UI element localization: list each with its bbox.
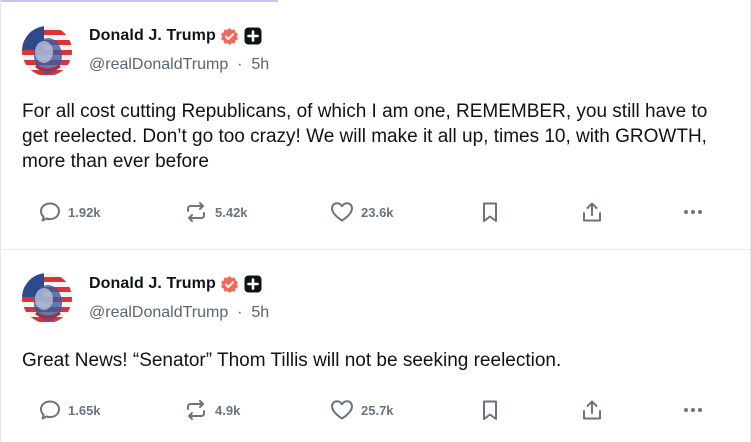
repost-count: 4.9k	[215, 402, 241, 418]
author-display-name[interactable]: Donald J. Trump	[89, 27, 216, 45]
like-button[interactable]: 25.7k	[329, 395, 394, 425]
reply-button[interactable]: 1.92k	[38, 197, 101, 227]
more-options-button[interactable]	[681, 197, 705, 227]
comment-bubble-icon	[38, 200, 62, 224]
author-name-row: Donald J. Trump	[89, 273, 262, 295]
author-handle[interactable]: @realDonaldTrump	[89, 56, 228, 73]
repost-button[interactable]: 5.42k	[183, 197, 248, 227]
author-display-name[interactable]: Donald J. Trump	[89, 275, 216, 293]
plus-square-badge-icon	[244, 275, 262, 293]
post-card[interactable]: Donald J. Trump @realDonaldTrump · 5h Gr…	[1, 251, 750, 442]
heart-icon	[329, 200, 355, 224]
post-action-bar: 1.92k 5.42k 23.6k	[1, 197, 750, 227]
post-card[interactable]: Donald J. Trump @realDonaldTrump · 5h Fo…	[1, 2, 750, 250]
verified-check-badge-icon	[220, 27, 239, 46]
bookmark-icon	[479, 398, 501, 422]
like-count: 23.6k	[361, 204, 394, 220]
avatar[interactable]	[22, 273, 72, 323]
author-handle-row: @realDonaldTrump · 5h	[89, 304, 269, 322]
author-handle[interactable]: @realDonaldTrump	[89, 304, 228, 321]
reply-count: 1.92k	[68, 204, 101, 220]
reply-button[interactable]: 1.65k	[38, 395, 101, 425]
avatar[interactable]	[22, 26, 72, 76]
comment-bubble-icon	[38, 398, 62, 422]
more-dots-icon	[681, 200, 705, 224]
meta-separator: ·	[232, 56, 247, 73]
post-timestamp[interactable]: 5h	[251, 304, 269, 321]
heart-icon	[329, 398, 355, 422]
verified-check-badge-icon	[220, 275, 239, 294]
author-handle-row: @realDonaldTrump · 5h	[89, 56, 269, 74]
share-button[interactable]	[580, 395, 604, 425]
post-timestamp[interactable]: 5h	[251, 56, 269, 73]
author-name-row: Donald J. Trump	[89, 25, 262, 47]
repost-count: 5.42k	[215, 204, 248, 220]
like-button[interactable]: 23.6k	[329, 197, 394, 227]
like-count: 25.7k	[361, 402, 394, 418]
bookmark-button[interactable]	[479, 395, 501, 425]
bookmark-icon	[479, 200, 501, 224]
meta-separator: ·	[232, 304, 247, 321]
reply-count: 1.65k	[68, 402, 101, 418]
share-upload-icon	[580, 200, 604, 224]
repost-arrows-icon	[183, 200, 209, 224]
post-feed: Donald J. Trump @realDonaldTrump · 5h Fo…	[0, 0, 751, 442]
post-action-bar: 1.65k 4.9k 25.7k	[1, 395, 750, 425]
post-body-text: For all cost cutting Republicans, of whi…	[22, 101, 708, 172]
more-dots-icon	[681, 398, 705, 422]
repost-arrows-icon	[183, 398, 209, 422]
share-button[interactable]	[580, 197, 604, 227]
bookmark-button[interactable]	[479, 197, 501, 227]
share-upload-icon	[580, 398, 604, 422]
plus-square-badge-icon	[244, 27, 262, 45]
repost-button[interactable]: 4.9k	[183, 395, 240, 425]
more-options-button[interactable]	[681, 395, 705, 425]
post-body-text: Great News! “Senator” Thom Tillis will n…	[22, 350, 562, 371]
